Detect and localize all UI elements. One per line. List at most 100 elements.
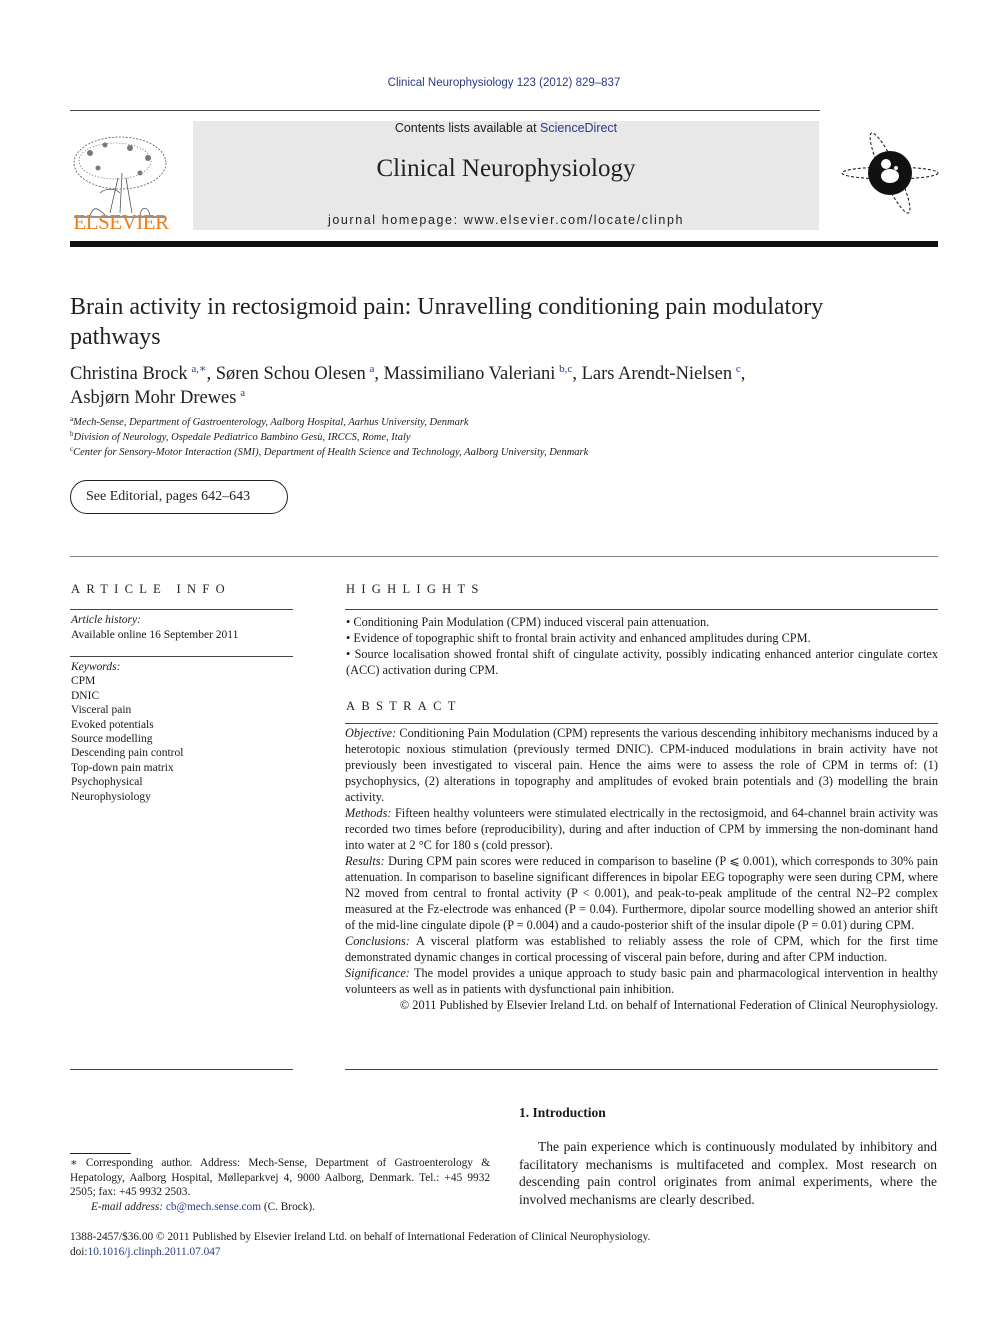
abstract-section-text: Fifteen healthy volunteers were stimulat… — [345, 806, 938, 852]
author-name: Asbjørn Mohr Drewes — [70, 388, 237, 408]
elsevier-wordmark[interactable]: ELSEVIER — [70, 210, 172, 235]
abstract-section-label: Significance: — [345, 966, 410, 980]
abstract-heading: ABSTRACT — [346, 699, 462, 713]
bullet-icon: • — [346, 647, 355, 661]
email-line: E-mail address: cb@mech.sense.com (C. Br… — [70, 1200, 490, 1215]
corresponding-author-text: ∗ Corresponding author. Address: Mech-Se… — [70, 1157, 490, 1198]
author-separator: , — [206, 364, 216, 384]
abstract-section-conclusions: Conclusions: A visceral platform was est… — [345, 933, 938, 965]
abstract-section-significance: Significance: The model provides a uniqu… — [345, 965, 938, 997]
keyword-item: Visceral pain — [71, 704, 132, 717]
highlights-list: • Conditioning Pain Modulation (CPM) ind… — [346, 614, 938, 678]
author-0[interactable]: Christina Brock a,∗ — [70, 363, 207, 385]
author-list: Christina Brock a,∗, Søren Schou Olesen … — [70, 362, 930, 410]
keyword-item: Source modelling — [71, 733, 153, 746]
author-3[interactable]: Lars Arendt-Nielsen c — [581, 364, 741, 385]
highlight-text: Conditioning Pain Modulation (CPM) induc… — [353, 615, 710, 629]
article-title: Brain activity in rectosigmoid pain: Unr… — [70, 294, 824, 350]
issn-block: 1388-2457/$36.00 © 2011 Published by Els… — [70, 1230, 940, 1259]
abstract-section-label: Objective: — [345, 726, 397, 740]
footnote-divider — [70, 1153, 131, 1154]
author-separator: , — [740, 364, 746, 384]
abstract-section-label: Methods: — [345, 806, 392, 820]
highlight-item: • Conditioning Pain Modulation (CPM) ind… — [346, 614, 938, 630]
keyword-list: Keywords: CPM DNIC Visceral pain Evoked … — [71, 660, 183, 804]
keyword-item: Top-down pain matrix — [71, 761, 174, 774]
affiliation-item: bDivision of Neurology, Ospedale Pediatr… — [70, 430, 930, 446]
author-1[interactable]: Søren Schou Olesen a — [215, 364, 375, 385]
abstract-end-divider — [345, 1069, 938, 1070]
journal-name: Clinical Neurophysiology — [376, 155, 636, 182]
author-affiliation-marker[interactable]: a,∗ — [191, 363, 206, 375]
abstract-section-text: During CPM pain scores were reduced in c… — [345, 854, 938, 932]
highlight-text: Evidence of topographic shift to frontal… — [353, 631, 811, 645]
article-history-label: Article history: — [71, 614, 141, 626]
sciencedirect-link[interactable]: ScienceDirect — [540, 121, 617, 135]
keyword-item: Evoked potentials — [71, 718, 154, 731]
abstract-section-text: Conditioning Pain Modulation (CPM) repre… — [345, 726, 938, 804]
email-link[interactable]: cb@mech.sense.com — [166, 1201, 261, 1213]
article-info-divider — [70, 609, 293, 610]
author-name: Christina Brock — [70, 364, 188, 384]
email-suffix: (C. Brock). — [261, 1200, 315, 1213]
highlights-divider — [345, 609, 938, 610]
abstract-section-objective: Objective: Conditioning Pain Modulation … — [345, 725, 938, 805]
affiliation-list: aMech-Sense, Department of Gastroenterol… — [70, 416, 930, 460]
highlights-heading: HIGHLIGHTS — [346, 582, 485, 596]
affiliation-text: Mech-Sense, Department of Gastroenterolo… — [73, 417, 469, 428]
abstract-section-methods: Methods: Fifteen healthy volunteers were… — [345, 805, 938, 853]
section-divider — [70, 556, 938, 557]
abstract-divider — [345, 723, 938, 724]
abstract-copyright: © 2011 Published by Elsevier Ireland Ltd… — [399, 998, 938, 1012]
introduction-heading: 1. Introduction — [519, 1105, 606, 1120]
highlight-text: Source localisation showed frontal shift… — [346, 647, 938, 677]
author-separator: , — [572, 364, 582, 384]
keyword-item: Descending pain control — [71, 747, 184, 760]
issn-line: 1388-2457/$36.00 © 2011 Published by Els… — [70, 1231, 651, 1243]
journal-cover-emblem-icon — [841, 132, 939, 214]
highlight-item: • Evidence of topographic shift to front… — [346, 630, 938, 646]
affiliation-item: aMech-Sense, Department of Gastroenterol… — [70, 416, 930, 431]
doi-line: doi:10.1016/j.clinph.2011.07.047 — [70, 1245, 940, 1260]
abstract-section-label: Conclusions: — [345, 934, 410, 948]
author-separator: , — [374, 364, 384, 384]
article-info-divider — [70, 1069, 293, 1070]
affiliation-text: Center for Sensory-Motor Interaction (SM… — [73, 446, 589, 458]
journal-reference-link[interactable]: Clinical Neurophysiology 123 (2012) 829–… — [0, 77, 992, 89]
abstract-section-label: Results: — [345, 854, 385, 868]
author-name: Massimiliano Valeriani — [383, 364, 556, 384]
introduction-paragraph: The pain experience which is continuousl… — [519, 1139, 937, 1208]
author-2[interactable]: Massimiliano Valeriani b,c — [383, 363, 573, 385]
affiliation-item: cCenter for Sensory-Motor Interaction (S… — [70, 445, 930, 461]
keywords-label: Keywords: — [71, 661, 121, 673]
article-history: Article history: Available online 16 Sep… — [71, 613, 238, 642]
header-divider — [70, 110, 820, 111]
keyword-item: Psychophysical — [71, 776, 143, 789]
contents-prefix: Contents lists available at — [394, 121, 541, 135]
keyword-item: DNIC — [71, 689, 100, 702]
article-info-heading: ARTICLE INFO — [71, 582, 231, 596]
article-history-value: Available online 16 September 2011 — [71, 628, 239, 641]
abstract-section-text: The model provides a unique approach to … — [345, 966, 938, 996]
keyword-item: Neurophysiology — [71, 790, 151, 803]
abstract-body: Objective: Conditioning Pain Modulation … — [345, 725, 938, 1013]
journal-homepage-link[interactable]: journal homepage: www.elsevier.com/locat… — [193, 213, 819, 227]
highlight-item: • Source localisation showed frontal shi… — [346, 646, 938, 678]
contents-available-line: Contents lists available at ScienceDirec… — [193, 121, 819, 135]
author-name: Søren Schou Olesen — [215, 364, 366, 384]
abstract-section-results: Results: During CPM pain scores were red… — [345, 853, 938, 933]
doi-prefix: doi: — [70, 1245, 88, 1258]
abstract-section-text: A visceral platform was established to r… — [345, 934, 938, 964]
corresponding-author-footnote: ∗ Corresponding author. Address: Mech-Se… — [70, 1156, 490, 1214]
see-editorial-link[interactable]: See Editorial, pages 642–643 — [70, 480, 288, 514]
affiliation-text: Division of Neurology, Ospedale Pediatri… — [73, 431, 411, 443]
author-affiliation-marker[interactable]: a — [240, 387, 245, 399]
author-4[interactable]: Asbjørn Mohr Drewes a — [70, 387, 245, 409]
keyword-item: CPM — [71, 675, 96, 688]
article-info-divider — [70, 656, 293, 657]
header-thick-divider — [70, 241, 938, 247]
author-affiliation-marker[interactable]: b,c — [559, 363, 572, 375]
email-label: E-mail address: — [91, 1200, 164, 1213]
author-name: Lars Arendt-Nielsen — [581, 364, 733, 384]
doi-link[interactable]: 10.1016/j.clinph.2011.07.047 — [88, 1246, 221, 1258]
